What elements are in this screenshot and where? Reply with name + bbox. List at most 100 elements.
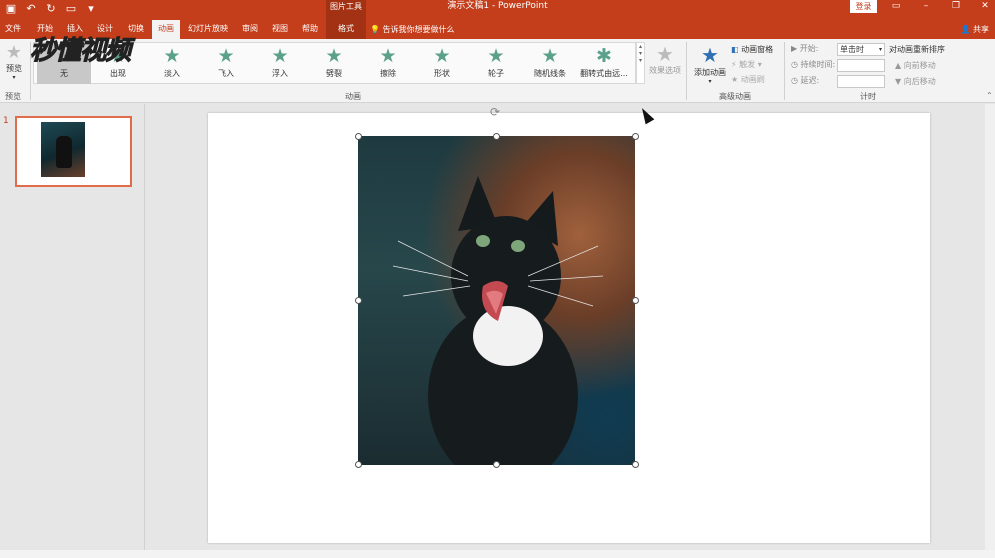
triangle-up-icon: ▲ [895, 61, 902, 70]
thumbnail-image [41, 122, 85, 177]
ribbon-tabs: 文件 开始 插入 设计 切换 动画 幻灯片放映 审阅 视图 帮助 格式 💡 告诉… [0, 20, 995, 39]
move-earlier-label: 向前移动 [903, 61, 936, 70]
trigger-label: 触发 [739, 60, 756, 69]
tab-animations[interactable]: 动画 [152, 20, 180, 39]
add-animation-button[interactable]: ★ 添加动画 ▾ [692, 43, 728, 85]
chevron-down-icon[interactable]: ▾ [637, 50, 644, 57]
add-animation-icon: ★ [701, 43, 719, 67]
preview-star-icon: ★ [5, 42, 23, 63]
effect-fade[interactable]: ★ 淡入 [145, 44, 199, 84]
divider [784, 42, 785, 100]
duration-label: 持续时间: [800, 60, 836, 69]
chevron-down-icon: ▾ [12, 74, 16, 81]
clock-icon: ◷ [791, 76, 798, 85]
effect-label: 翻转式由远... [580, 69, 628, 78]
resize-handle-e[interactable] [632, 297, 639, 304]
person-icon: 👤 [960, 25, 971, 34]
effect-wheel[interactable]: ★ 轮子 [469, 44, 523, 84]
effect-fly-in[interactable]: ★ 飞入 [199, 44, 253, 84]
more-icon[interactable]: ▾ [637, 57, 644, 64]
close-icon[interactable]: ✕ [975, 0, 995, 13]
resize-handle-nw[interactable] [355, 133, 362, 140]
ribbon: ★ 预览 ▾ 预览 ★ 无 ★ 出现 ★ 淡入 ★ 飞入 ★ 浮入 ★ 劈裂 ★… [0, 39, 995, 103]
cat-photo[interactable] [358, 136, 635, 465]
login-button[interactable]: 登录 [850, 0, 877, 13]
tell-me-search[interactable]: 💡 告诉我你想要做什么 [370, 20, 455, 39]
resize-handle-n[interactable] [493, 133, 500, 140]
delay-input[interactable] [837, 75, 885, 88]
share-button[interactable]: 👤 共享 [960, 20, 989, 39]
effect-split[interactable]: ★ 劈裂 [307, 44, 361, 84]
start-value: 单击时 [840, 45, 864, 54]
watermark-logo: 秒懂视频 [29, 36, 131, 67]
vertical-scrollbar[interactable] [985, 104, 995, 550]
add-animation-label: 添加动画 [694, 68, 726, 77]
effect-label: 出现 [110, 69, 126, 78]
effect-label: 形状 [434, 69, 450, 78]
triangle-down-icon: ▼ [895, 77, 902, 86]
star-icon: ★ [163, 45, 181, 67]
star-icon: ★ [541, 45, 559, 67]
start-select[interactable]: 单击时 ▾ [837, 43, 885, 56]
tab-file[interactable]: 文件 [2, 20, 24, 39]
move-later-button[interactable]: ▼ 向后移动 [895, 75, 936, 89]
duration-row: ◷ 持续时间: [791, 58, 835, 72]
effect-label: 随机线条 [534, 69, 566, 78]
tab-view[interactable]: 视图 [268, 20, 292, 39]
chevron-down-icon: ▾ [878, 46, 882, 53]
window-title: 演示文稿1 - PowerPoint [447, 1, 548, 11]
play-icon: ▶ [791, 44, 798, 53]
duration-input[interactable] [837, 59, 885, 72]
restore-icon[interactable]: ❐ [946, 0, 966, 13]
divider [686, 42, 687, 100]
star-icon: ★ [217, 45, 235, 67]
move-earlier-button[interactable]: ▲ 向前移动 [895, 59, 936, 73]
resize-handle-w[interactable] [355, 297, 362, 304]
effect-options-button[interactable]: ★ 效果选项 [648, 43, 682, 76]
animation-painter-label: 动画刷 [740, 75, 765, 84]
effect-float-in[interactable]: ★ 浮入 [253, 44, 307, 84]
minimize-icon[interactable]: – [916, 0, 936, 13]
collapse-ribbon-icon[interactable]: ⌃ [986, 91, 993, 100]
resize-handle-ne[interactable] [632, 133, 639, 140]
effect-options-label: 效果选项 [649, 66, 681, 75]
chevron-up-icon[interactable]: ▴ [637, 43, 644, 50]
effect-grow-turn[interactable]: ✱ 翻转式由远... [577, 44, 631, 84]
ribbon-display-icon[interactable]: ▭ [886, 0, 906, 13]
start-label: 开始: [799, 44, 819, 53]
tab-format[interactable]: 格式 [326, 20, 366, 39]
effect-label: 擦除 [380, 69, 396, 78]
tab-slideshow[interactable]: 幻灯片放映 [184, 20, 232, 39]
animation-painter-button[interactable]: ★ 动画刷 [731, 73, 765, 87]
resize-handle-s[interactable] [493, 461, 500, 468]
resize-handle-sw[interactable] [355, 461, 362, 468]
tab-help[interactable]: 帮助 [298, 20, 322, 39]
rotate-handle-icon[interactable]: ⟳ [490, 105, 500, 119]
slide-thumbnail[interactable] [15, 116, 132, 187]
effect-options-icon: ★ [656, 42, 674, 66]
preview-button[interactable]: ★ 预览 ▾ [3, 42, 25, 82]
star-icon: ✱ [596, 45, 612, 67]
effect-label: 无 [60, 69, 68, 78]
lightning-icon: ⚡ [731, 60, 737, 69]
advanced-animation-group-label: 高级动画 [719, 92, 751, 101]
trigger-button[interactable]: ⚡ 触发 ▾ [731, 58, 762, 72]
tab-review[interactable]: 审阅 [238, 20, 262, 39]
animation-pane-icon: ◧ [731, 45, 739, 54]
chevron-down-icon: ▾ [757, 60, 762, 69]
star-icon: ★ [433, 45, 451, 67]
timing-group-label: 计时 [860, 92, 876, 101]
effect-shape[interactable]: ★ 形状 [415, 44, 469, 84]
animation-pane-label: 动画窗格 [741, 45, 774, 54]
resize-handle-se[interactable] [632, 461, 639, 468]
slide-number: 1 [3, 116, 9, 126]
effect-random-bars[interactable]: ★ 随机线条 [523, 44, 577, 84]
animation-pane-button[interactable]: ◧ 动画窗格 [731, 43, 773, 57]
star-icon: ★ [379, 45, 397, 67]
gallery-scroll[interactable]: ▴ ▾ ▾ [636, 42, 645, 84]
star-icon: ★ [487, 45, 505, 67]
delay-row: ◷ 延迟: [791, 74, 819, 88]
effect-wipe[interactable]: ★ 擦除 [361, 44, 415, 84]
effect-label: 浮入 [272, 69, 288, 78]
preview-group-label: 预览 [5, 92, 21, 101]
